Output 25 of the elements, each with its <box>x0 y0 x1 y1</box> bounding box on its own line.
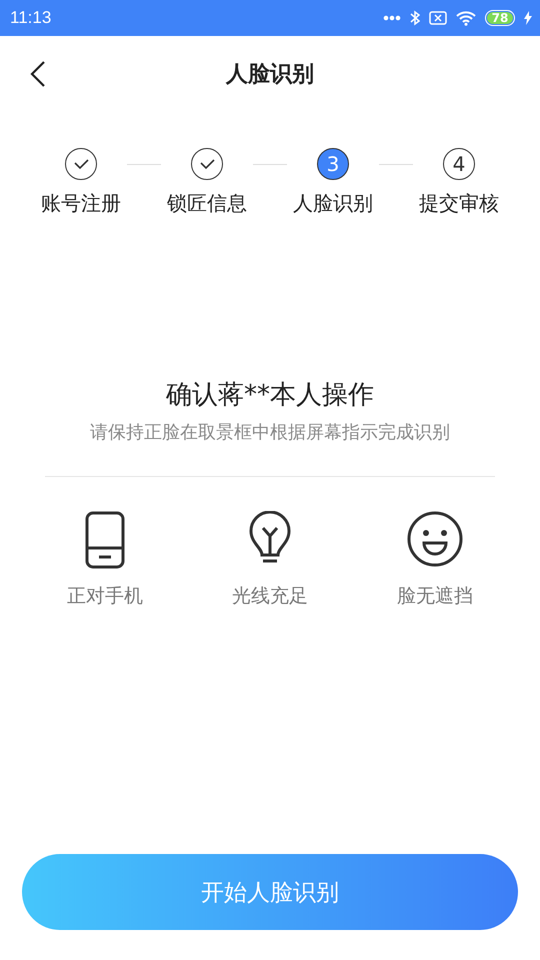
bluetooth-icon <box>410 10 420 26</box>
sim-icon <box>429 11 447 25</box>
wifi-icon <box>456 10 476 26</box>
tip-label: 脸无遮挡 <box>397 584 473 609</box>
step-label: 锁匠信息 <box>167 190 247 217</box>
battery-indicator: 78 <box>485 10 515 26</box>
back-icon[interactable] <box>30 60 46 88</box>
confirm-title: 确认蒋**本人操作 <box>166 379 374 412</box>
phone-icon <box>85 511 125 569</box>
step-check-icon <box>65 148 97 180</box>
tip-label: 正对手机 <box>67 584 143 609</box>
step-number: 3 <box>317 148 349 180</box>
step-label: 账号注册 <box>41 190 121 217</box>
step-number: 4 <box>443 148 475 180</box>
charging-icon <box>524 11 532 25</box>
step-label: 人脸识别 <box>293 190 373 217</box>
tip-label: 光线充足 <box>232 584 308 609</box>
instruction-text: 请保持正脸在取景框中根据屏幕指示完成识别 <box>90 421 450 444</box>
start-face-recognition-button[interactable]: 开始人脸识别 <box>22 854 518 930</box>
smiley-icon <box>407 511 463 567</box>
step-check-icon <box>191 148 223 180</box>
step-label: 提交审核 <box>419 190 499 217</box>
page-title: 人脸识别 <box>226 61 314 89</box>
more-icon <box>383 15 401 21</box>
status-time: 11:13 <box>10 8 52 28</box>
